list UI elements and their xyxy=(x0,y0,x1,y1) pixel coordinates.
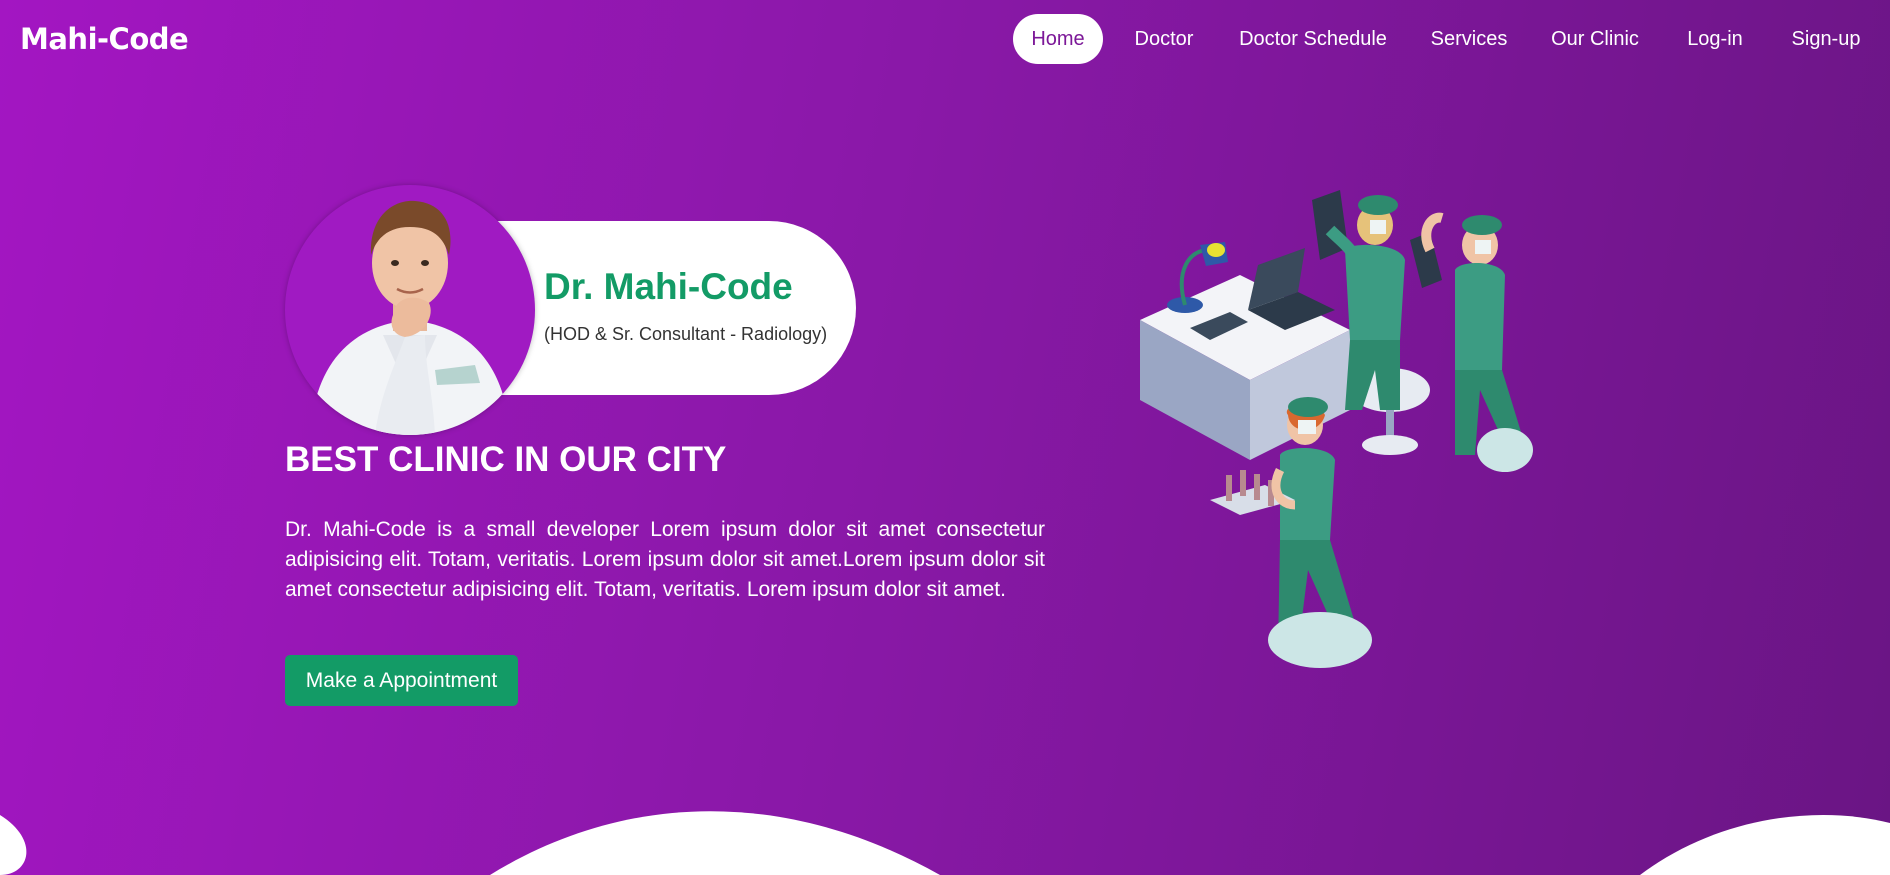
brand-logo[interactable]: Mahi-Code xyxy=(20,22,189,56)
doctor-name: Dr. Mahi-Code xyxy=(544,266,793,307)
nav-item-our-clinic[interactable]: Our Clinic xyxy=(1545,14,1645,64)
make-appointment-button[interactable]: Make a Appointment xyxy=(285,655,518,706)
doctor-avatar xyxy=(285,185,535,435)
hero-heading: BEST CLINIC IN OUR CITY xyxy=(285,440,727,479)
nav-item-home[interactable]: Home xyxy=(1013,14,1103,64)
nav-item-doctor[interactable]: Doctor xyxy=(1124,14,1204,64)
hero-description: Dr. Mahi-Code is a small developer Lorem… xyxy=(285,518,1045,601)
nav-item-services[interactable]: Services xyxy=(1423,14,1515,64)
bottom-wave xyxy=(0,811,1890,875)
nav-item-log-in[interactable]: Log-in xyxy=(1680,14,1750,64)
nav-item-doctor-schedule[interactable]: Doctor Schedule xyxy=(1233,14,1393,64)
medical-staff-illustration xyxy=(1130,170,1560,690)
doctor-title: (HOD & Sr. Consultant - Radiology) xyxy=(544,324,828,344)
navbar: Mahi-Code Home Doctor Doctor Schedule Se… xyxy=(0,0,1890,80)
nav-item-sign-up[interactable]: Sign-up xyxy=(1785,14,1867,64)
